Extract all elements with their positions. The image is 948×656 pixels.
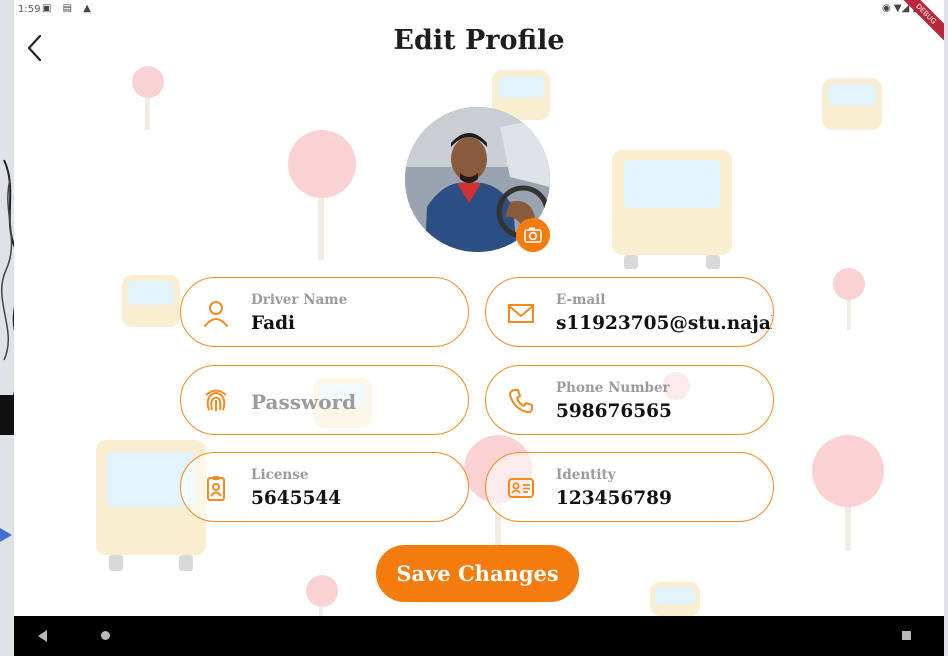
envelope-icon [508,304,534,323]
nav-home-icon[interactable] [101,631,110,640]
driver-name-value: Fadi [251,313,296,334]
change-photo-button[interactable] [516,218,550,252]
identity-value: 123456789 [556,488,672,509]
phone-value: 598676565 [556,401,672,422]
driver-name-field[interactable]: Driver Name Fadi [180,277,469,347]
license-field[interactable]: License 5645544 [180,452,469,522]
password-field[interactable]: Password [180,365,469,435]
app-bar: Edit Profile [14,20,944,70]
camera-icon [524,227,542,243]
background-panel [0,395,14,435]
driver-name-label: Driver Name [251,292,348,308]
email-field[interactable]: E-mail s11923705@stu.najah.edu [485,277,774,347]
email-label: E-mail [556,292,606,308]
identity-label: Identity [556,467,616,483]
person-icon [204,301,228,327]
password-placeholder: Password [251,390,357,414]
phone-label: Phone Number [556,380,670,396]
badge-icon [207,476,225,501]
save-changes-button[interactable]: Save Changes [376,545,579,602]
fingerprint-icon [205,389,227,411]
license-value: 5645544 [251,488,342,509]
arrow-indicator-icon [0,528,12,542]
nav-back-icon[interactable] [38,630,47,642]
email-value: s11923705@stu.najah.edu [556,313,772,334]
phone-icon [509,389,533,414]
app-screen: 1:59 ▣ ▤ ▲ ◉ ▼◢ ▮ DEBUG Edit Profile Dri… [14,0,944,656]
nav-recents-icon[interactable] [902,631,911,640]
identity-field[interactable]: Identity 123456789 [485,452,774,522]
notification-icons: ▣ ▤ ▲ [42,3,95,14]
navigation-bar [14,616,944,656]
status-time: 1:59 [18,4,41,15]
id-card-icon [508,478,534,498]
phone-field[interactable]: Phone Number 598676565 [485,365,774,435]
status-bar: 1:59 ▣ ▤ ▲ ◉ ▼◢ ▮ DEBUG [14,0,944,47]
page-title: Edit Profile [393,25,565,56]
license-label: License [251,467,309,483]
